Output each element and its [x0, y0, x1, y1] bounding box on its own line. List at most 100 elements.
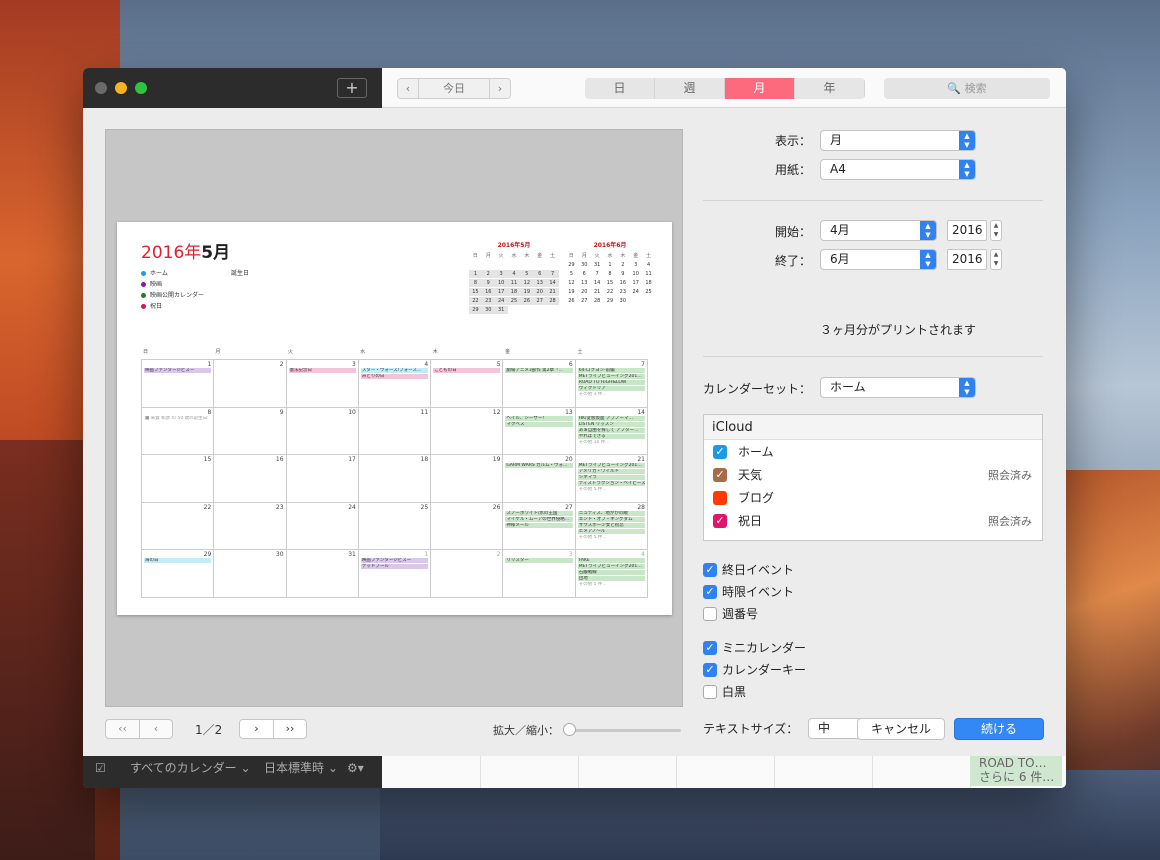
calendar-row[interactable]: ✓ ホーム — [704, 440, 1042, 463]
mini-day: 30 — [619, 298, 627, 304]
calendar-set-label: カレンダーセット： — [703, 382, 812, 396]
calendar-event: ヴィクトリア — [577, 386, 645, 391]
day-cell: 30 — [214, 550, 287, 598]
mini-weekday: 木 — [524, 253, 530, 259]
zoom-slider-track[interactable] — [567, 729, 681, 732]
weekday-label: 木 — [432, 349, 438, 355]
tab-week[interactable]: 週 — [655, 78, 725, 99]
day-number: 5 — [496, 361, 501, 368]
chip-more-count: さらに 6 件… — [979, 770, 1055, 784]
last-page-button[interactable]: ›› — [273, 720, 306, 738]
previous-button[interactable]: ‹ — [398, 79, 418, 98]
today-button[interactable]: 今日 — [418, 79, 490, 98]
week-number-checkbox[interactable]: 週番号 — [703, 605, 758, 622]
calendar-toggle-icon[interactable]: ☑ — [95, 756, 106, 780]
checkbox-color-icon[interactable] — [713, 490, 727, 505]
cancel-button[interactable]: キャンセル — [857, 718, 945, 740]
black-white-checkbox[interactable]: 白黒 — [703, 683, 746, 700]
sidebar-footer: ☑ すべてのカレンダー ⌄ 日本標準時 ⌄ ⚙▾ — [83, 756, 382, 788]
tab-day[interactable]: 日 — [585, 78, 655, 99]
mini-weekday: 火 — [498, 253, 504, 259]
start-year-field[interactable]: 2016 — [947, 220, 987, 241]
close-window-button[interactable] — [95, 82, 107, 94]
calendar-event: METライブビューイング201… — [577, 463, 645, 469]
timezone-menu[interactable]: 日本標準時 ⌄ — [264, 756, 338, 780]
gear-icon[interactable]: ⚙▾ — [347, 756, 364, 780]
day-cell: 18 — [358, 455, 432, 503]
day-number: 3 — [568, 551, 573, 559]
all-calendars-menu[interactable]: すべてのカレンダー ⌄ — [130, 756, 251, 780]
mini-day: 28 — [593, 298, 601, 304]
all-day-events-checkbox[interactable]: ✓ 終日イベント — [703, 561, 794, 578]
view-select[interactable]: 月 ▲ ▼ — [820, 130, 976, 151]
mini-day: 10 — [494, 279, 508, 287]
day-cell: 28 ニュディス、地がかの敵 エンド・オブ・キングダム サウスポー少女と初恋 ヒメアノ〜… — [575, 502, 648, 551]
start-year-stepper[interactable]: ▲ ▼ — [990, 220, 1002, 241]
first-page-button[interactable]: ‹‹ — [106, 720, 139, 738]
day-number: 24 — [348, 503, 356, 511]
day-number: 10 — [348, 408, 356, 416]
paper-label: 用紙： — [774, 163, 811, 177]
day-cell: 14 HK/変態仮面 アブノーマ… LISTEN リッスン あぁ自由を探して アフター… — [575, 407, 648, 456]
calendar-key-checkbox[interactable]: ✓ カレンダーキー — [703, 661, 806, 678]
calendar-status: 照会済み — [988, 468, 1032, 482]
more-events-chip[interactable]: ROAD TO… さらに 6 件… — [970, 756, 1062, 786]
calendar-event: スノーホワイト/氷の王国 — [505, 510, 573, 516]
day-column-divider — [676, 756, 677, 788]
maximize-window-button[interactable] — [135, 82, 147, 94]
mini-day: 21 — [546, 288, 559, 296]
search-input[interactable]: 🔍 検索 — [884, 78, 1050, 99]
previous-page-button[interactable]: ‹ — [139, 720, 172, 738]
mini-day: 4 — [507, 270, 521, 278]
end-year-stepper[interactable]: ▲ ▼ — [990, 249, 1002, 270]
day-number: 13 — [565, 408, 573, 416]
checkbox-checked-icon[interactable]: ✓ — [713, 513, 727, 528]
mini-calendar-checkbox[interactable]: ✓ ミニカレンダー — [703, 639, 806, 656]
mini-day: 14 — [593, 280, 601, 286]
updown-arrows-icon: ▲▼ — [959, 160, 975, 179]
calendar-event: シネマラ — [577, 475, 645, 481]
calendar-row[interactable]: ✓ 天気 照会済み — [704, 463, 1042, 486]
mini-day: 1 — [469, 270, 482, 278]
weekday-header: 日月火水木金土 — [141, 346, 648, 359]
print-sheet: 2016年5月 ホーム 映画 映画公開カレンダー 祝日 誕生日 2016年5月日月火水… — [83, 108, 1066, 756]
calendar-set-select[interactable]: ホーム ▲ ▼ — [820, 377, 976, 398]
zoom-slider-knob[interactable] — [563, 723, 576, 736]
mini-day: 16 — [619, 280, 627, 286]
add-event-button[interactable]: + — [337, 78, 367, 98]
calendar-event: ROAD TO HiGH&LOW — [577, 380, 645, 385]
start-month-select[interactable]: 4月 ▲ ▼ — [820, 220, 937, 241]
day-cell: 19 — [431, 455, 504, 503]
minimize-window-button[interactable] — [115, 82, 127, 94]
mini-calendar-title: 2016年6月 — [593, 242, 627, 249]
calendar-list: iCloud ✓ ホーム ✓ 天気 照会済み ブログ ✓ 祝日 照会済み — [703, 414, 1043, 541]
end-month-select[interactable]: 6月 ▲ ▼ — [820, 249, 937, 270]
calendar-row[interactable]: ✓ 祝日 照会済み — [704, 509, 1042, 532]
mini-day: 2 — [621, 262, 625, 268]
checkbox-checked-icon: ✓ — [703, 584, 717, 599]
timed-events-checkbox[interactable]: ✓ 時限イベント — [703, 583, 794, 600]
mini-day — [533, 306, 546, 314]
mini-day: 2 — [481, 270, 495, 278]
mini-calendar-grid: 日月火水木金土 1 2 3 4 5 6 7 8 9 10 11 12 13 14 15 16 17 18 19 20 21… — [469, 252, 559, 314]
mini-day — [533, 261, 546, 269]
day-cell: 5 こどもの日 — [431, 360, 504, 408]
end-year-field[interactable]: 2016 — [947, 249, 987, 270]
day-column-divider — [578, 756, 579, 788]
calendar-row[interactable]: ブログ — [704, 486, 1042, 509]
day-cell: 25 — [358, 502, 432, 551]
tab-month[interactable]: 月 — [725, 78, 795, 99]
page-nav-forward: › ›› — [239, 719, 307, 739]
paper-select[interactable]: A4 ▲ ▼ — [820, 159, 976, 180]
mini-day: 23 — [481, 297, 495, 305]
tab-year[interactable]: 年 — [795, 78, 865, 99]
calendar-event: その他 3 件… — [578, 392, 607, 397]
checkbox-checked-icon[interactable]: ✓ — [713, 467, 727, 482]
calendar-event: GARM WARS ガルム・ウォ… — [505, 463, 573, 469]
next-page-button[interactable]: › — [240, 720, 273, 738]
calendar-name: 祝日 — [738, 514, 763, 528]
checkbox-checked-icon[interactable]: ✓ — [713, 444, 727, 459]
continue-button[interactable]: 続ける — [954, 718, 1044, 740]
next-button[interactable]: › — [490, 79, 510, 98]
calendar-set-value: ホーム — [830, 380, 866, 394]
